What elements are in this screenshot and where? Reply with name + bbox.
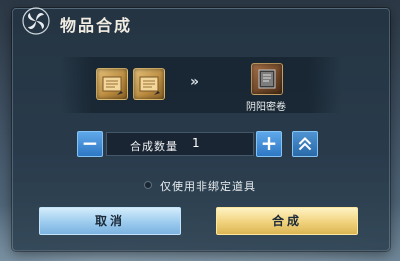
synthesize-button[interactable]: 合成 <box>216 207 358 235</box>
dialog-title: 物品合成 <box>60 16 133 35</box>
scroll-item-icon <box>139 76 160 95</box>
non-bound-only-checkbox[interactable] <box>144 181 152 189</box>
double-chevron-up-icon <box>298 137 312 151</box>
material-slot-1[interactable] <box>96 68 128 100</box>
material-slot-2[interactable] <box>133 68 165 100</box>
result-item-name: 阴阳密卷 <box>246 102 286 113</box>
result-slot[interactable] <box>251 63 283 95</box>
quantity-value[interactable]: 1 <box>192 136 200 150</box>
pinwheel-emblem-icon <box>22 7 50 35</box>
decrease-quantity-button[interactable]: − <box>77 131 103 157</box>
book-item-icon <box>258 69 276 89</box>
cancel-button[interactable]: 取消 <box>39 207 181 235</box>
quantity-field[interactable] <box>106 132 254 156</box>
quantity-label: 合成数量 <box>130 140 178 153</box>
scroll-item-icon <box>102 76 123 95</box>
increase-quantity-button[interactable]: + <box>256 131 282 157</box>
non-bound-only-label[interactable]: 仅使用非绑定道具 <box>160 178 256 194</box>
recipe-arrow: » <box>190 74 200 90</box>
max-quantity-button[interactable] <box>292 131 318 157</box>
